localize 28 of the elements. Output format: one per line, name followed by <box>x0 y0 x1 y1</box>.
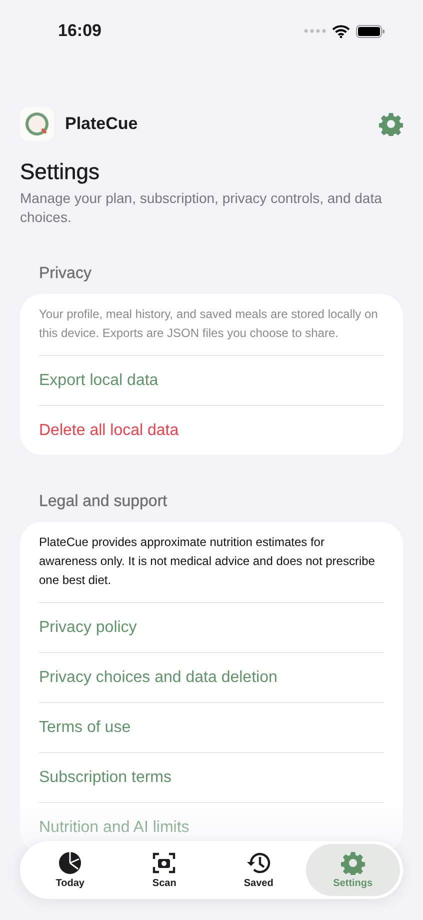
history-icon <box>246 851 272 875</box>
battery-icon <box>356 24 385 38</box>
section-note: PlateCue provides approximate nutrition estimates for awareness only. It is not medical advice and does not prescribe one best diet. <box>39 534 376 589</box>
section-title: Privacy <box>39 265 92 283</box>
settings-icon <box>340 851 365 875</box>
signal-icon <box>304 29 326 33</box>
page-subtitle: Manage your plan, subscription, privacy controls, and data choices. <box>20 189 383 227</box>
settings-icon[interactable] <box>379 112 403 136</box>
wifi-icon <box>332 24 350 38</box>
tab-item[interactable]: Saved <box>212 844 306 896</box>
status-time: 16:09 <box>58 21 102 41</box>
settings-link[interactable]: Export local data <box>39 372 158 390</box>
tab-item[interactable]: Settings <box>306 844 400 896</box>
delete-link[interactable]: Delete all local data <box>39 422 179 440</box>
page-title: Settings <box>20 159 100 185</box>
settings-link[interactable]: Privacy policy <box>39 618 137 636</box>
tab-item[interactable]: Scan <box>117 844 212 896</box>
pie-chart-icon <box>58 851 82 875</box>
settings-link[interactable]: Terms of use <box>39 718 131 736</box>
settings-link[interactable]: Privacy choices and data deletion <box>39 668 278 686</box>
app-name: PlateCue <box>65 114 138 134</box>
settings-link[interactable]: Subscription terms <box>39 768 172 786</box>
camera-scan-icon <box>152 851 176 875</box>
settings-link[interactable]: Nutrition and AI limits <box>39 818 190 836</box>
app-logo <box>20 107 54 141</box>
section-note: Your profile, meal history, and saved meals are stored locally on this device. Exports are JSON files you choose to share. <box>39 306 379 342</box>
section-title: Legal and support <box>39 493 168 511</box>
tab-item[interactable]: Today <box>23 844 118 896</box>
